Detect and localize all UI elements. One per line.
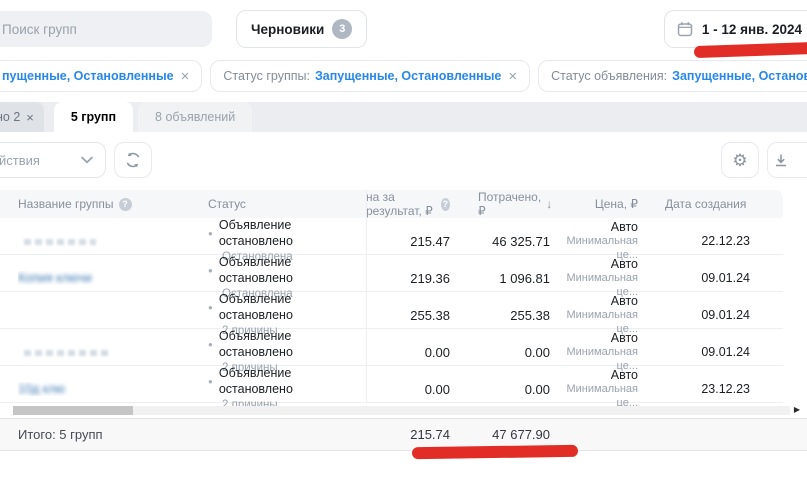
redacted-group-name xyxy=(24,239,96,245)
group-name-link[interactable]: 10д клю xyxy=(18,382,208,396)
date-range-value: 1 - 12 янв. 2024 xyxy=(702,22,802,37)
result-price-cell: 215.47 xyxy=(366,234,450,249)
totals-spent: 47 677.90 xyxy=(450,427,550,442)
actions-dropdown-label: йствия xyxy=(0,153,40,168)
tab-groups[interactable]: 5 групп xyxy=(54,102,133,132)
status-text: Объявление остановлено xyxy=(219,292,366,323)
table-row[interactable]: ●Объявление остановлено 2 причины 255.38… xyxy=(0,292,783,329)
result-price-cell: 255.38 xyxy=(366,308,450,323)
search-input[interactable] xyxy=(2,22,182,37)
created-date-cell: 09.01.24 xyxy=(638,271,783,285)
filter-chip-ad-status[interactable]: Статус объявления: Запущенные, Остановле… xyxy=(538,60,807,92)
scroll-right-icon[interactable]: ▶ xyxy=(794,406,800,414)
help-icon[interactable]: ? xyxy=(119,198,132,211)
refresh-icon xyxy=(124,151,142,169)
created-date-cell: 23.12.23 xyxy=(638,382,783,396)
group-name-link[interactable] xyxy=(18,345,208,359)
top-bar: Черновики 3 1 - 12 янв. 2024 xyxy=(0,0,807,48)
filter-chip-value: Запущенные, Остановленные xyxy=(672,69,807,83)
settings-button[interactable]: ⚙ xyxy=(721,142,759,178)
refresh-button[interactable] xyxy=(114,142,152,178)
col-header-spent[interactable]: Потрачено, ₽ ↓ xyxy=(450,190,550,218)
result-price-cell: 0.00 xyxy=(366,382,450,397)
red-marker-totals-underline xyxy=(412,445,578,459)
spent-cell: 0.00 xyxy=(450,382,550,397)
selected-items-chip[interactable]: но 2 × xyxy=(0,102,44,132)
col-header-created[interactable]: Дата создания xyxy=(638,197,783,211)
group-name-link[interactable]: Копия ключи xyxy=(18,271,208,285)
chevron-down-icon xyxy=(81,156,93,164)
gear-icon: ⚙ xyxy=(732,152,747,169)
calendar-icon xyxy=(677,21,693,37)
filter-chip-group-status[interactable]: Статус группы: Запущенные, Остановленные… xyxy=(210,60,530,92)
spent-cell: 255.38 xyxy=(450,308,550,323)
col-header-name[interactable]: Название группы ? xyxy=(18,197,208,211)
tab-ads[interactable]: 8 объявлений xyxy=(138,102,252,132)
scrollbar-thumb[interactable] xyxy=(13,406,133,415)
totals-bar: Итого: 5 групп 215.74 47 677.90 xyxy=(0,418,807,451)
filter-row: пущенные, Остановленные × Статус группы:… xyxy=(0,60,807,92)
table-header: Название группы ? Статус на за результат… xyxy=(0,190,783,218)
price-cell: Авто Минимальная це... xyxy=(550,368,638,411)
created-date-cell: 09.01.24 xyxy=(638,308,783,322)
filter-chip-label: Статус объявления: xyxy=(551,69,667,83)
result-price-cell: 219.36 xyxy=(366,271,450,286)
export-button[interactable] xyxy=(767,142,807,178)
group-search[interactable] xyxy=(0,11,212,47)
status-text: Объявление остановлено xyxy=(219,218,366,249)
totals-label: Итого: 5 групп xyxy=(18,427,208,442)
scrollbar-track[interactable] xyxy=(13,406,790,415)
created-date-cell: 09.01.24 xyxy=(638,345,783,359)
status-text: Объявление остановлено xyxy=(219,366,366,397)
created-date-cell: 22.12.23 xyxy=(638,234,783,248)
status-text: Объявление остановлено xyxy=(219,255,366,286)
drafts-button[interactable]: Черновики 3 xyxy=(236,10,367,48)
spent-cell: 0.00 xyxy=(450,345,550,360)
status-text: Объявление остановлено xyxy=(219,329,366,360)
help-icon[interactable]: ? xyxy=(441,198,450,211)
status-dot-icon: ● xyxy=(208,267,213,275)
horizontal-scrollbar: ▶ xyxy=(0,404,800,416)
table-row[interactable]: Копия ключи ●Объявление остановлено Оста… xyxy=(0,255,783,292)
filter-chip-value: пущенные, Остановленные xyxy=(2,69,174,83)
spent-cell: 1 096.81 xyxy=(450,271,550,286)
status-dot-icon: ● xyxy=(208,304,213,312)
download-icon xyxy=(773,152,789,168)
close-icon[interactable]: × xyxy=(181,69,190,84)
selected-items-label: но 2 xyxy=(0,110,20,124)
tab-strip: но 2 × 5 групп 8 объявлений xyxy=(0,102,807,132)
close-icon[interactable]: × xyxy=(26,110,34,125)
groups-table: Название группы ? Статус на за результат… xyxy=(0,190,783,403)
actions-dropdown[interactable]: йствия xyxy=(0,142,106,178)
status-dot-icon: ● xyxy=(208,230,213,238)
filter-chip-value: Запущенные, Остановленные xyxy=(315,69,501,83)
col-header-status[interactable]: Статус xyxy=(208,197,366,211)
status-dot-icon: ● xyxy=(208,378,213,386)
col-header-result-price[interactable]: на за результат, ₽ ? xyxy=(366,190,450,218)
drafts-count-badge: 3 xyxy=(332,19,352,39)
spent-cell: 46 325.71 xyxy=(450,234,550,249)
totals-result-price: 215.74 xyxy=(366,427,450,442)
filter-chip-label: Статус группы: xyxy=(223,69,310,83)
table-row[interactable]: 10д клю ●Объявление остановлено 2 причин… xyxy=(0,366,783,403)
filter-chip-status[interactable]: пущенные, Остановленные × xyxy=(0,60,202,92)
status-dot-icon: ● xyxy=(208,341,213,349)
table-row[interactable]: ●Объявление остановлено Остановлена 215.… xyxy=(0,218,783,255)
drafts-label: Черновики xyxy=(251,22,324,37)
frozen-columns-divider xyxy=(366,190,367,403)
group-name-link[interactable] xyxy=(18,234,208,248)
redacted-group-name xyxy=(24,350,112,356)
result-price-cell: 0.00 xyxy=(366,345,450,360)
close-icon[interactable]: × xyxy=(508,69,517,84)
col-header-price[interactable]: Цена, ₽ xyxy=(550,197,638,211)
table-row[interactable]: ●Объявление остановлено 2 причины 0.00 0… xyxy=(0,329,783,366)
actions-row: йствия ⚙ xyxy=(0,142,807,178)
